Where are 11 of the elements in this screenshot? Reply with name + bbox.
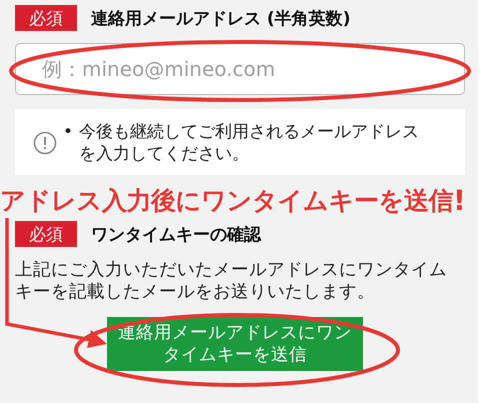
description-text: 上記にご入力いただいたメールアドレスにワンタイムキーを記載したメールをお送りいたします。	[15, 259, 448, 303]
section-label: ワンタイムキーの確認	[91, 224, 261, 246]
exclamation-mark: !	[453, 184, 466, 217]
info-icon	[33, 131, 57, 155]
annotation-text: アドレス入力後にワンタイムキーを送信	[0, 185, 453, 217]
bullet: •	[63, 121, 74, 143]
notice-text: 今後も継続してご利用されるメールアドレスを入力してください。	[79, 121, 420, 165]
required-badge: 必須	[15, 221, 77, 247]
required-badge: 必須	[15, 5, 77, 31]
field-label: 連絡用メールアドレス (半角英数)	[91, 8, 350, 30]
email-input-field[interactable]: 例：mineo@mineo.com	[15, 43, 465, 95]
